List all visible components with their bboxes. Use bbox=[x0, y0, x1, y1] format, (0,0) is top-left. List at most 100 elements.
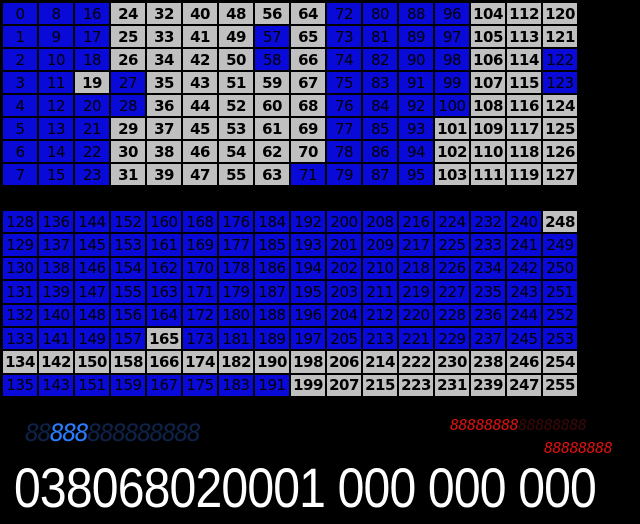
bit-cell-190[interactable]: 190 bbox=[254, 350, 290, 374]
bit-cell-211[interactable]: 211 bbox=[362, 280, 398, 304]
bit-cell-177[interactable]: 177 bbox=[218, 233, 254, 257]
bit-cell-33[interactable]: 33 bbox=[146, 25, 182, 48]
bit-cell-193[interactable]: 193 bbox=[290, 233, 326, 257]
bit-cell-215[interactable]: 215 bbox=[362, 373, 398, 398]
bit-cell-187[interactable]: 187 bbox=[254, 280, 290, 304]
bit-cell-21[interactable]: 21 bbox=[74, 117, 110, 140]
bit-cell-203[interactable]: 203 bbox=[326, 280, 362, 304]
bit-cell-6[interactable]: 6 bbox=[2, 140, 38, 163]
bit-cell-245[interactable]: 245 bbox=[506, 326, 542, 351]
bit-cell-183[interactable]: 183 bbox=[218, 373, 254, 398]
bit-cell-98[interactable]: 98 bbox=[434, 48, 470, 71]
bit-cell-45[interactable]: 45 bbox=[182, 117, 218, 140]
bit-cell-249[interactable]: 249 bbox=[542, 233, 578, 257]
bit-cell-138[interactable]: 138 bbox=[38, 256, 74, 281]
bit-cell-11[interactable]: 11 bbox=[38, 71, 74, 94]
bit-cell-199[interactable]: 199 bbox=[290, 373, 326, 398]
bit-cell-90[interactable]: 90 bbox=[398, 48, 434, 71]
bit-cell-123[interactable]: 123 bbox=[542, 71, 578, 94]
bit-cell-8[interactable]: 8 bbox=[38, 2, 74, 25]
bit-cell-210[interactable]: 210 bbox=[362, 256, 398, 281]
bit-cell-106[interactable]: 106 bbox=[470, 48, 506, 71]
bit-cell-162[interactable]: 162 bbox=[146, 256, 182, 281]
bit-cell-233[interactable]: 233 bbox=[470, 233, 506, 257]
bit-cell-219[interactable]: 219 bbox=[398, 280, 434, 304]
bit-cell-100[interactable]: 100 bbox=[434, 94, 470, 117]
bit-cell-154[interactable]: 154 bbox=[110, 256, 146, 281]
bit-cell-231[interactable]: 231 bbox=[434, 373, 470, 398]
bit-cell-53[interactable]: 53 bbox=[218, 117, 254, 140]
bit-cell-208[interactable]: 208 bbox=[362, 210, 398, 234]
bit-cell-71[interactable]: 71 bbox=[290, 163, 326, 186]
bit-cell-69[interactable]: 69 bbox=[290, 117, 326, 140]
bit-cell-121[interactable]: 121 bbox=[542, 25, 578, 48]
bit-cell-41[interactable]: 41 bbox=[182, 25, 218, 48]
bit-cell-48[interactable]: 48 bbox=[218, 2, 254, 25]
bit-cell-14[interactable]: 14 bbox=[38, 140, 74, 163]
bit-cell-167[interactable]: 167 bbox=[146, 373, 182, 398]
bit-cell-68[interactable]: 68 bbox=[290, 94, 326, 117]
bit-cell-32[interactable]: 32 bbox=[146, 2, 182, 25]
bit-cell-128[interactable]: 128 bbox=[2, 210, 38, 234]
bit-cell-40[interactable]: 40 bbox=[182, 2, 218, 25]
bit-cell-157[interactable]: 157 bbox=[110, 326, 146, 351]
bit-cell-179[interactable]: 179 bbox=[218, 280, 254, 304]
bit-cell-229[interactable]: 229 bbox=[434, 326, 470, 351]
bit-cell-185[interactable]: 185 bbox=[254, 233, 290, 257]
bit-cell-61[interactable]: 61 bbox=[254, 117, 290, 140]
bit-cell-202[interactable]: 202 bbox=[326, 256, 362, 281]
bit-cell-142[interactable]: 142 bbox=[38, 350, 74, 374]
bit-cell-110[interactable]: 110 bbox=[470, 140, 506, 163]
bit-cell-223[interactable]: 223 bbox=[398, 373, 434, 398]
bit-cell-101[interactable]: 101 bbox=[434, 117, 470, 140]
bit-cell-184[interactable]: 184 bbox=[254, 210, 290, 234]
bit-cell-129[interactable]: 129 bbox=[2, 233, 38, 257]
bit-cell-224[interactable]: 224 bbox=[434, 210, 470, 234]
bit-cell-119[interactable]: 119 bbox=[506, 163, 542, 186]
bit-cell-42[interactable]: 42 bbox=[182, 48, 218, 71]
bit-cell-1[interactable]: 1 bbox=[2, 25, 38, 48]
bit-cell-244[interactable]: 244 bbox=[506, 303, 542, 327]
bit-cell-161[interactable]: 161 bbox=[146, 233, 182, 257]
bit-cell-250[interactable]: 250 bbox=[542, 256, 578, 281]
bit-cell-127[interactable]: 127 bbox=[542, 163, 578, 186]
bit-cell-65[interactable]: 65 bbox=[290, 25, 326, 48]
bit-cell-56[interactable]: 56 bbox=[254, 2, 290, 25]
bit-cell-145[interactable]: 145 bbox=[74, 233, 110, 257]
bit-cell-85[interactable]: 85 bbox=[362, 117, 398, 140]
bit-cell-228[interactable]: 228 bbox=[434, 303, 470, 327]
bit-cell-114[interactable]: 114 bbox=[506, 48, 542, 71]
bit-cell-189[interactable]: 189 bbox=[254, 326, 290, 351]
bit-cell-204[interactable]: 204 bbox=[326, 303, 362, 327]
bit-cell-66[interactable]: 66 bbox=[290, 48, 326, 71]
bit-cell-171[interactable]: 171 bbox=[182, 280, 218, 304]
bit-cell-63[interactable]: 63 bbox=[254, 163, 290, 186]
bit-cell-172[interactable]: 172 bbox=[182, 303, 218, 327]
bit-cell-4[interactable]: 4 bbox=[2, 94, 38, 117]
bit-cell-86[interactable]: 86 bbox=[362, 140, 398, 163]
bit-cell-247[interactable]: 247 bbox=[506, 373, 542, 398]
bit-cell-232[interactable]: 232 bbox=[470, 210, 506, 234]
bit-cell-255[interactable]: 255 bbox=[542, 373, 578, 398]
bit-cell-25[interactable]: 25 bbox=[110, 25, 146, 48]
bit-cell-15[interactable]: 15 bbox=[38, 163, 74, 186]
bit-cell-34[interactable]: 34 bbox=[146, 48, 182, 71]
bit-cell-109[interactable]: 109 bbox=[470, 117, 506, 140]
bit-cell-44[interactable]: 44 bbox=[182, 94, 218, 117]
bit-cell-73[interactable]: 73 bbox=[326, 25, 362, 48]
bit-cell-173[interactable]: 173 bbox=[182, 326, 218, 351]
bit-cell-140[interactable]: 140 bbox=[38, 303, 74, 327]
bit-cell-24[interactable]: 24 bbox=[110, 2, 146, 25]
bit-cell-214[interactable]: 214 bbox=[362, 350, 398, 374]
bit-cell-122[interactable]: 122 bbox=[542, 48, 578, 71]
bit-cell-13[interactable]: 13 bbox=[38, 117, 74, 140]
bit-cell-243[interactable]: 243 bbox=[506, 280, 542, 304]
bit-cell-153[interactable]: 153 bbox=[110, 233, 146, 257]
bit-cell-50[interactable]: 50 bbox=[218, 48, 254, 71]
bit-cell-26[interactable]: 26 bbox=[110, 48, 146, 71]
bit-cell-60[interactable]: 60 bbox=[254, 94, 290, 117]
bit-cell-102[interactable]: 102 bbox=[434, 140, 470, 163]
bit-cell-0[interactable]: 0 bbox=[2, 2, 38, 25]
bit-cell-175[interactable]: 175 bbox=[182, 373, 218, 398]
bit-cell-12[interactable]: 12 bbox=[38, 94, 74, 117]
